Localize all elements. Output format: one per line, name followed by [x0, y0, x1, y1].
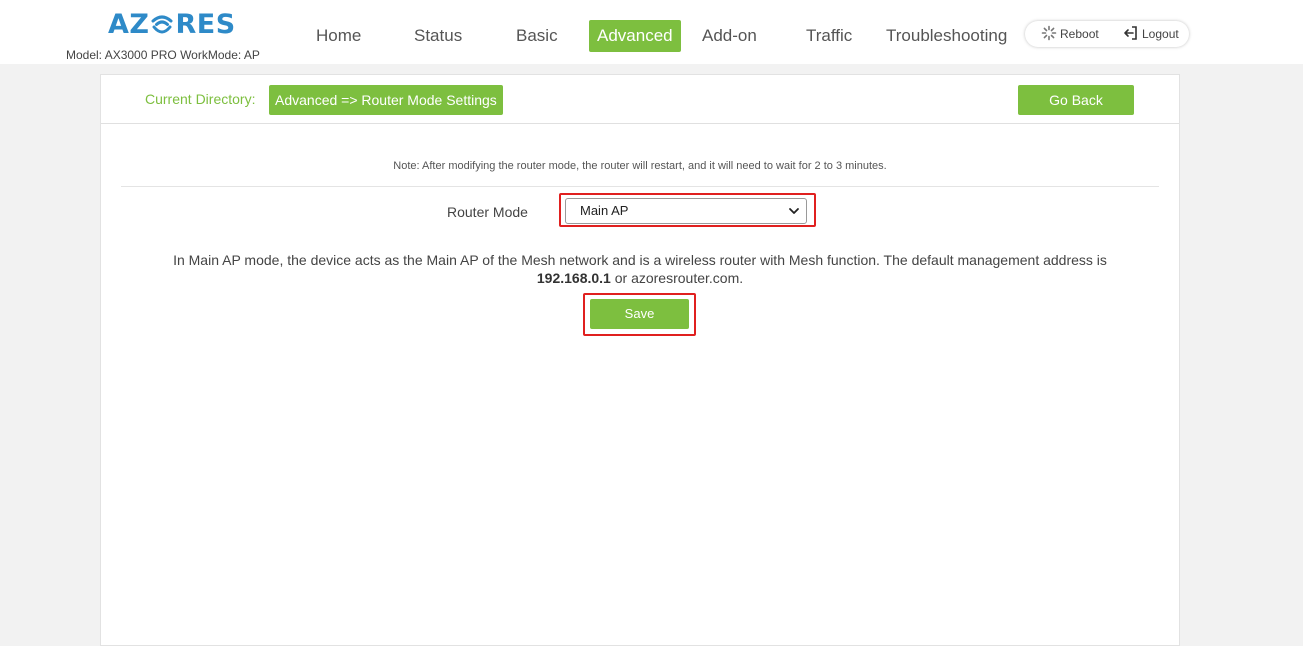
logout-button[interactable]: Logout	[1123, 21, 1179, 47]
current-directory-path: Advanced => Router Mode Settings	[269, 85, 503, 115]
nav-troubleshooting[interactable]: Troubleshooting	[886, 20, 1007, 52]
chevron-down-icon	[788, 199, 800, 231]
current-directory-label: Current Directory:	[145, 91, 256, 107]
reboot-button[interactable]: Reboot	[1041, 21, 1099, 47]
model-workmode-text: Model: AX3000 PRO WorkMode: AP	[66, 48, 260, 62]
description-suffix: or azoresrouter.com.	[610, 270, 744, 286]
wifi-o-icon	[150, 11, 174, 35]
main-panel: Current Directory: Advanced => Router Mo…	[100, 74, 1180, 646]
router-mode-select[interactable]: Main AP	[565, 198, 807, 224]
logout-arrow-icon	[1124, 26, 1137, 40]
nav-advanced[interactable]: Advanced	[589, 20, 681, 52]
spinner-icon	[1041, 25, 1057, 41]
logout-label: Logout	[1142, 27, 1179, 41]
directory-bar: Current Directory: Advanced => Router Mo…	[101, 75, 1179, 124]
go-back-button[interactable]: Go Back	[1018, 85, 1134, 115]
router-mode-selected-value: Main AP	[580, 203, 629, 218]
reboot-label: Reboot	[1060, 27, 1099, 41]
logo-text-right: RES	[175, 9, 236, 40]
divider	[121, 186, 1159, 187]
nav-status[interactable]: Status	[414, 20, 462, 52]
management-ip: 192.168.0.1	[536, 270, 611, 286]
azores-logo[interactable]: AZ RES	[108, 10, 236, 40]
mode-description: In Main AP mode, the device acts as the …	[121, 251, 1159, 287]
nav-traffic[interactable]: Traffic	[806, 20, 852, 52]
nav-add-on[interactable]: Add-on	[702, 20, 757, 52]
logo-text-left: AZ	[108, 9, 150, 40]
reboot-logout-pill: Reboot Logout	[1025, 21, 1189, 47]
save-button[interactable]: Save	[590, 299, 689, 329]
top-header: AZ RES Model: AX3000 PRO WorkMode: AP Hom…	[0, 0, 1303, 64]
nav-home[interactable]: Home	[316, 20, 361, 52]
restart-note: Note: After modifying the router mode, t…	[393, 160, 887, 172]
nav-basic[interactable]: Basic	[516, 20, 558, 52]
description-text: In Main AP mode, the device acts as the …	[173, 252, 1107, 268]
router-mode-label: Router Mode	[447, 204, 528, 220]
